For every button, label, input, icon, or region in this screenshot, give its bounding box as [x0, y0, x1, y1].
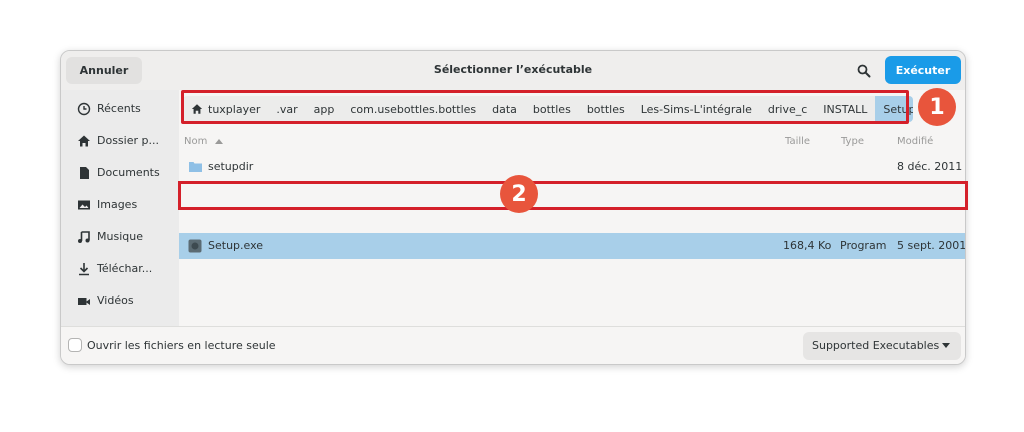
- column-name[interactable]: Nom: [184, 136, 223, 147]
- sidebar-item-documents[interactable]: Documents: [61, 160, 179, 186]
- file-row-selected[interactable]: Setup.exe 168,4 Ko Program 5 sept. 2001: [179, 233, 965, 259]
- sidebar-item-label: Récents: [97, 102, 141, 115]
- music-icon: [78, 231, 90, 243]
- folder-icon: [189, 162, 202, 172]
- sidebar-item-recent[interactable]: Récents: [61, 96, 179, 122]
- download-icon: [79, 263, 89, 276]
- video-icon: [78, 298, 90, 305]
- column-type[interactable]: Type: [841, 136, 864, 147]
- file-name: Setup.exe: [208, 239, 264, 252]
- sidebar-item-label: Musique: [97, 230, 143, 243]
- readonly-checkbox[interactable]: [68, 338, 82, 352]
- sidebar-item-label: Documents: [97, 166, 160, 179]
- home-icon: [78, 135, 90, 147]
- file-modified: 8 déc. 2011: [897, 160, 963, 173]
- sort-ascending-icon: [214, 139, 223, 144]
- column-headers: Nom Taille Type Modifié: [179, 134, 965, 152]
- column-name-label: Nom: [184, 136, 208, 147]
- file-name: setupdir: [208, 160, 254, 173]
- column-modified[interactable]: Modifié: [897, 136, 933, 147]
- exe-icon: [188, 239, 202, 253]
- sidebar-item-label: Images: [97, 198, 138, 211]
- dialog-title: Sélectionner l’exécutable: [433, 63, 593, 76]
- chevron-down-icon: [942, 343, 950, 348]
- footer-bar: Ouvrir les fichiers en lecture seule Sup…: [61, 326, 965, 364]
- annotation-badge-1: 1: [918, 88, 956, 126]
- column-size[interactable]: Taille: [785, 136, 810, 147]
- filter-label: Supported Executables: [812, 339, 940, 352]
- annotation-badge-2: 2: [500, 175, 538, 213]
- annotation-frame-pathbar: [181, 90, 909, 124]
- sidebar-item-images[interactable]: Images: [61, 192, 179, 218]
- clock-icon: [77, 102, 91, 116]
- sidebar-item-label: Dossier p...: [97, 134, 159, 147]
- sidebar-item-videos[interactable]: Vidéos: [61, 288, 179, 314]
- sidebar: Récents Dossier p... Documents Images Mu…: [61, 90, 179, 326]
- file-type: Program: [840, 239, 887, 252]
- image-icon: [78, 200, 90, 210]
- sidebar-item-home[interactable]: Dossier p...: [61, 128, 179, 154]
- document-icon: [80, 167, 89, 179]
- search-icon[interactable]: [857, 64, 871, 78]
- sidebar-item-downloads[interactable]: Téléchar...: [61, 256, 179, 282]
- header-bar: Annuler Sélectionner l’exécutable Exécut…: [61, 51, 965, 90]
- readonly-label[interactable]: Ouvrir les fichiers en lecture seule: [87, 339, 276, 352]
- file-type-filter-dropdown[interactable]: Supported Executables: [803, 332, 961, 360]
- annotation-frame-selected-file: [178, 181, 968, 210]
- cancel-button[interactable]: Annuler: [66, 57, 142, 84]
- file-size: 168,4 Ko: [783, 239, 832, 252]
- sidebar-item-label: Vidéos: [97, 294, 134, 307]
- file-modified: 5 sept. 2001: [897, 239, 966, 252]
- sidebar-item-music[interactable]: Musique: [61, 224, 179, 250]
- file-row[interactable]: setupdir 8 déc. 2011: [179, 154, 965, 180]
- execute-button[interactable]: Exécuter: [885, 56, 961, 84]
- sidebar-item-label: Téléchar...: [97, 262, 153, 275]
